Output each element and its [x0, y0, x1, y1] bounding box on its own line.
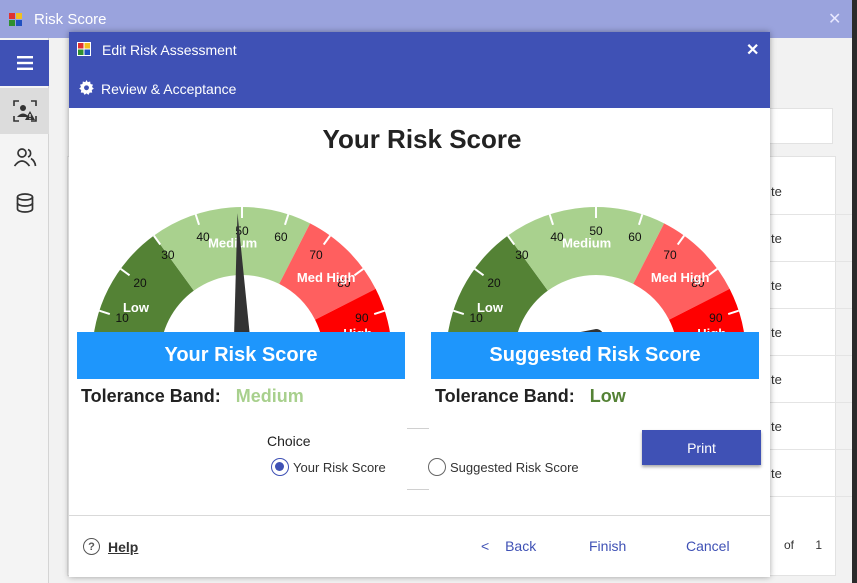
- table-row: te: [769, 356, 857, 403]
- dialog-logo-icon: [77, 42, 91, 56]
- table-row: te: [769, 262, 857, 309]
- gauge-tick-label: 20: [133, 276, 147, 290]
- suggested-tolerance-band: Tolerance Band: Low: [435, 386, 626, 407]
- tolerance-value: Medium: [235, 386, 304, 406]
- app-title: Risk Score: [34, 11, 107, 28]
- dialog-title: Edit Risk Assessment: [102, 42, 237, 58]
- help-icon: ?: [83, 538, 100, 555]
- step-title: Review & Acceptance: [101, 81, 237, 97]
- radio-your-risk-score[interactable]: Your Risk Score: [271, 458, 386, 476]
- edit-risk-assessment-dialog: Edit Risk Assessment ✕ Review & Acceptan…: [69, 32, 770, 577]
- app-logo-icon: [9, 13, 22, 26]
- gauge-band-label: Med High: [651, 270, 710, 285]
- tolerance-label: Tolerance Band:: [435, 386, 575, 406]
- gauge-band-label: Medium: [208, 235, 257, 250]
- sidebar-item-people[interactable]: [0, 134, 49, 180]
- radio-label: Suggested Risk Score: [450, 459, 579, 475]
- your-risk-score-gauge: 0102030405060708090100LowMediumMed HighH…: [92, 207, 392, 364]
- radio-button-checked[interactable]: [271, 458, 289, 476]
- choice-group: Choice Your Risk Score Suggested Risk Sc…: [267, 428, 579, 492]
- page-title: Your Risk Score: [322, 124, 522, 154]
- help-link[interactable]: ? Help: [83, 538, 138, 555]
- suggested-risk-score-banner: Suggested Risk Score: [431, 332, 759, 379]
- sidebar-item-risk[interactable]: [0, 88, 49, 134]
- radio-label: Your Risk Score: [293, 459, 386, 475]
- people-icon: [13, 148, 36, 167]
- dialog-subheader: Review & Acceptance: [69, 68, 770, 108]
- back-button[interactable]: < Back: [481, 538, 536, 554]
- background-search-card: [769, 108, 833, 144]
- table-row: te: [769, 168, 857, 215]
- table-row: te: [769, 309, 857, 356]
- dialog-footer: ? Help < Back Finish Cancel: [69, 515, 770, 577]
- gauge-band-label: Medium: [562, 235, 611, 250]
- radio-button[interactable]: [428, 458, 446, 476]
- table-row: te: [769, 450, 857, 497]
- pager: of 1: [784, 538, 844, 552]
- table-row: te: [769, 403, 857, 450]
- dialog-close-icon[interactable]: ✕: [746, 40, 759, 60]
- database-icon: [16, 193, 33, 213]
- app-close-icon[interactable]: ✕: [828, 9, 841, 29]
- gauge-band-label: Low: [477, 300, 504, 315]
- suggested-risk-score-gauge: 0102030405060708090100LowMediumMed HighH…: [446, 207, 746, 364]
- gauge-band-label: Med High: [297, 270, 356, 285]
- print-button[interactable]: Print: [642, 430, 761, 465]
- cancel-button[interactable]: Cancel: [686, 538, 730, 554]
- gauge-band-label: Low: [123, 300, 150, 315]
- group-frame-line: [407, 428, 429, 429]
- gear-icon: [79, 80, 94, 95]
- menu-icon: [16, 56, 33, 70]
- sidebar-item-database[interactable]: [0, 180, 49, 226]
- gauge-tick-label: 90: [355, 311, 369, 325]
- your-tolerance-band: Tolerance Band: Medium: [81, 386, 304, 407]
- gauge-tick-label: 90: [709, 311, 723, 325]
- tolerance-label: Tolerance Band:: [81, 386, 221, 406]
- your-risk-score-banner: Your Risk Score: [77, 332, 405, 379]
- gauge-tick-label: 70: [309, 248, 323, 262]
- chevron-left-icon: <: [481, 538, 490, 554]
- gauge-tick-label: 60: [274, 230, 288, 244]
- background-table-rows: te te te te te te te: [769, 168, 857, 497]
- gauge-tick-label: 20: [487, 276, 501, 290]
- menu-button[interactable]: [0, 40, 49, 86]
- finish-button[interactable]: Finish: [589, 538, 626, 554]
- tolerance-value: Low: [589, 386, 626, 406]
- help-label: Help: [108, 538, 139, 555]
- pager-of-label: of: [784, 538, 795, 552]
- back-label: Back: [505, 538, 537, 554]
- radio-suggested-risk-score[interactable]: Suggested Risk Score: [428, 458, 579, 476]
- gauge-tick-label: 30: [161, 248, 175, 262]
- group-frame-line: [407, 489, 429, 490]
- choice-label: Choice: [267, 433, 311, 449]
- desktop-edge: [852, 0, 857, 583]
- gauge-tick-label: 60: [628, 230, 642, 244]
- risk-assessment-icon: [12, 100, 37, 122]
- gauge-tick-label: 30: [515, 248, 529, 262]
- dialog-titlebar: Edit Risk Assessment ✕: [69, 32, 770, 68]
- gauge-tick-label: 70: [663, 248, 677, 262]
- app-sidebar: [0, 38, 49, 583]
- pager-total: 1: [815, 538, 823, 552]
- table-row: te: [769, 215, 857, 262]
